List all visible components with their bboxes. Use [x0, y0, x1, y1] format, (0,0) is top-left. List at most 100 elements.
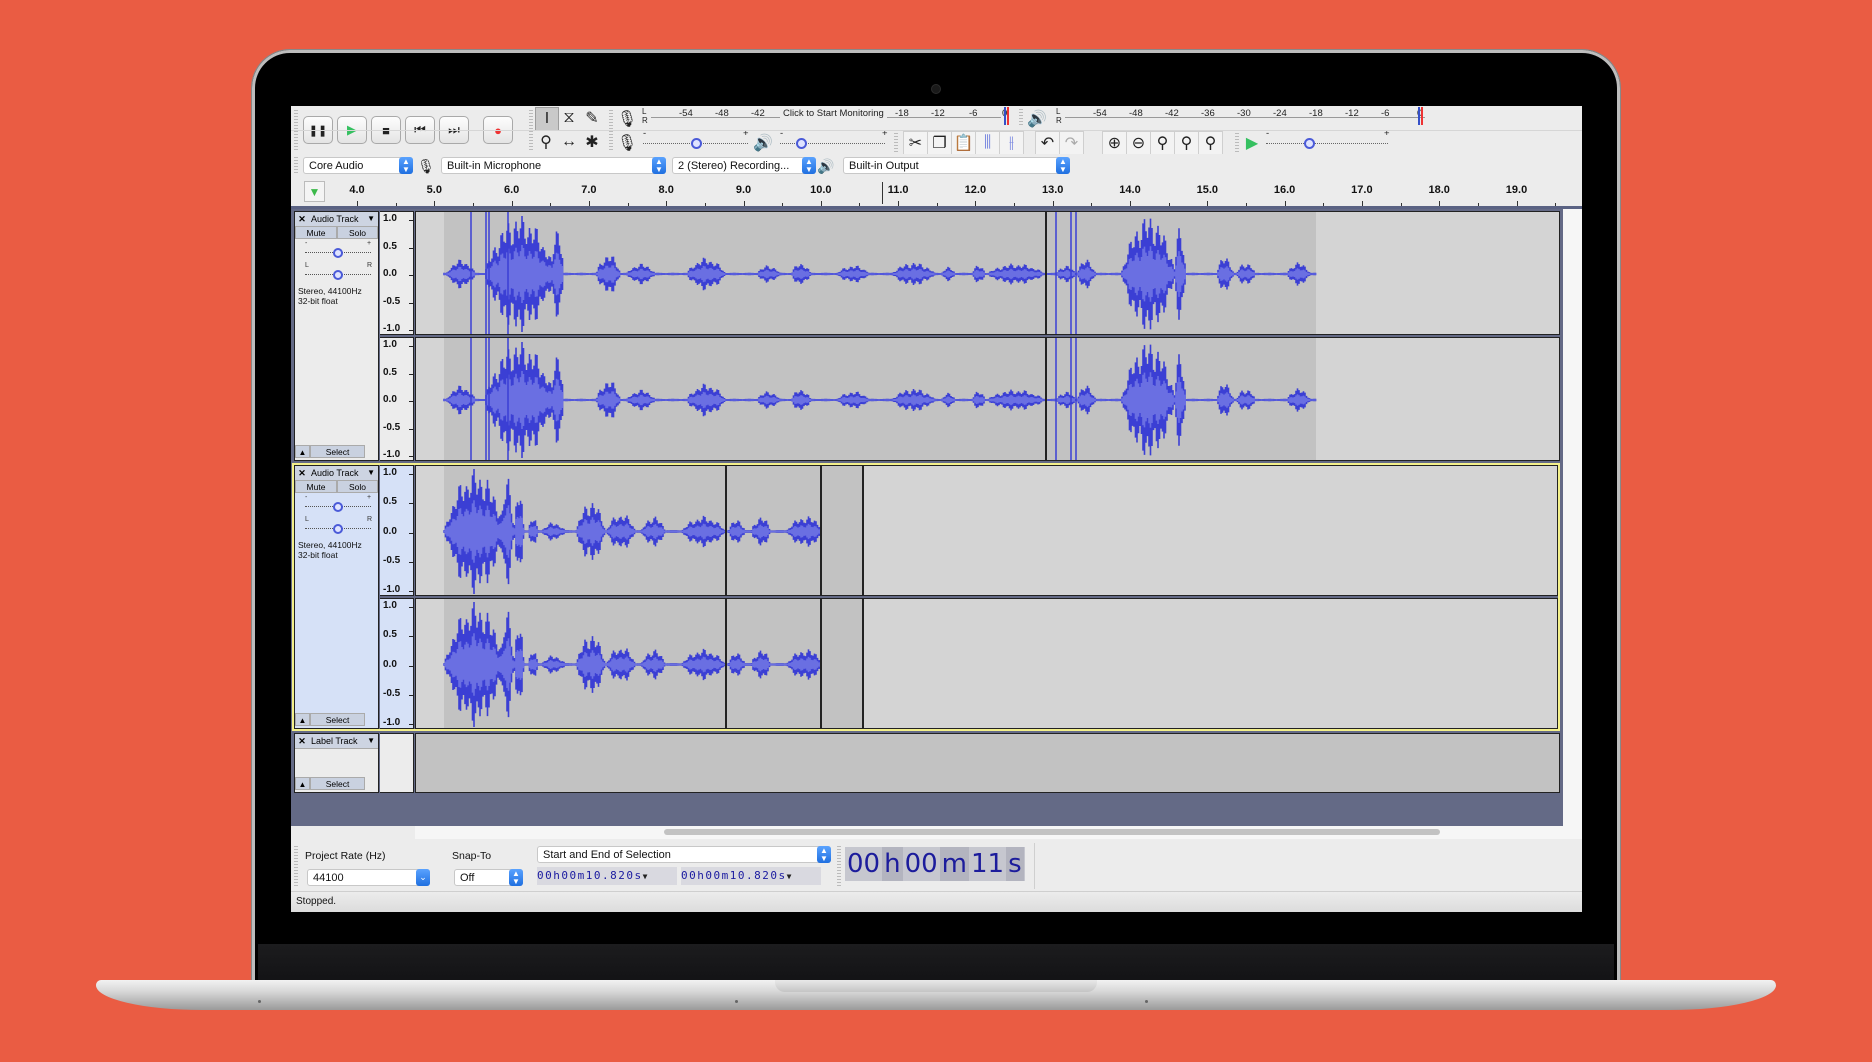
horizontal-scrollbar[interactable]	[291, 826, 1563, 839]
play-at-speed-button[interactable]: ▶	[1241, 132, 1263, 154]
toolbar-grip[interactable]	[1235, 133, 1239, 153]
rec-meter-prompt[interactable]: Click to Start Monitoring	[780, 108, 887, 119]
timeline-ruler[interactable]: ▼ 4.0 5.0 6.0 7.0 8.0 9.0 10.0 11.0 12.0 13.0 14.0…	[291, 178, 1582, 209]
time-part[interactable]: 00	[845, 847, 883, 881]
track-name-menu[interactable]: Audio Track	[311, 212, 359, 226]
select-track-button[interactable]: Select	[310, 713, 365, 726]
solo-button[interactable]: Solo	[337, 480, 378, 493]
play-head-marker[interactable]	[882, 182, 883, 204]
waveform-channel-right[interactable]	[415, 337, 1560, 461]
collapse-button[interactable]: ▲	[295, 445, 310, 458]
zoom-out-button[interactable]: ⊖	[1126, 131, 1151, 155]
waveform-channel-left[interactable]	[415, 465, 1558, 596]
recording-device-select[interactable]: Built-in Microphone ▲ ▼	[441, 157, 666, 174]
solo-button[interactable]: Solo	[337, 226, 378, 239]
fit-project-button[interactable]: ⚲	[1174, 131, 1199, 156]
fit-selection-button[interactable]: ⚲	[1150, 131, 1175, 156]
rec-meter-channel-l: L	[642, 107, 647, 116]
trim-button[interactable]: ⫼	[975, 131, 1000, 155]
waveform-channel-left[interactable]	[415, 211, 1560, 335]
close-icon[interactable]: ✕	[295, 466, 309, 480]
paste-button[interactable]: 📋	[951, 131, 976, 155]
gain-knob[interactable]	[333, 502, 343, 512]
project-rate-select[interactable]: 44100 ⌄	[307, 869, 430, 886]
mute-button[interactable]: Mute	[295, 226, 337, 239]
vertical-scale[interactable]: 1.0 0.5 0.0 -0.5 -1.0	[380, 211, 414, 335]
clip-boundary[interactable]	[820, 466, 822, 595]
mute-button[interactable]: Mute	[295, 480, 337, 493]
toolbar-grip[interactable]	[837, 846, 841, 886]
select-track-button[interactable]: Select	[310, 777, 365, 790]
vertical-scale[interactable]: 1.0 0.5 0.0 -0.5 -1.0	[380, 465, 414, 596]
time-part[interactable]: m	[939, 847, 969, 881]
gain-knob[interactable]	[333, 248, 343, 258]
time-part[interactable]: h	[882, 847, 903, 881]
select-track-button[interactable]: Select	[310, 445, 365, 458]
clip-boundary[interactable]	[820, 599, 822, 728]
play-speed-knob[interactable]	[1303, 138, 1315, 149]
track-name-menu[interactable]: Label Track	[311, 734, 358, 748]
time-part[interactable]: 00	[902, 847, 940, 881]
clip-boundary[interactable]	[725, 466, 727, 595]
collapse-button[interactable]: ▲	[295, 777, 310, 790]
pan-knob[interactable]	[333, 524, 343, 534]
zoom-tool[interactable]: ⚲	[535, 131, 557, 153]
copy-button[interactable]: ❐	[927, 131, 952, 155]
clip-boundary[interactable]	[862, 599, 864, 728]
clip-boundary[interactable]	[725, 599, 727, 728]
draw-tool[interactable]: ✎	[581, 107, 603, 129]
selection-mode-select[interactable]: Start and End of Selection ▲ ▼	[537, 846, 831, 863]
silence-button[interactable]: ⫲	[999, 131, 1024, 155]
play-meter-tick: -36	[1201, 108, 1215, 119]
time-shift-tool[interactable]: ↔	[558, 131, 580, 153]
recording-channels-select[interactable]: 2 (Stereo) Recording... ▲ ▼	[672, 157, 816, 174]
microphone-icon[interactable]: 🎙	[616, 108, 638, 130]
caret-down-icon[interactable]: ▼	[787, 872, 793, 881]
playback-device-select[interactable]: Built-in Output ▲ ▼	[843, 157, 1070, 174]
clip-boundary[interactable]	[1045, 212, 1047, 334]
envelope-tool[interactable]: ⧖	[558, 107, 580, 129]
cut-button[interactable]: ✂	[903, 131, 928, 155]
audio-position-time[interactable]: 00h00m11s▼	[845, 847, 1025, 903]
speaker-icon[interactable]: 🔊	[1026, 108, 1048, 130]
multi-tool[interactable]: ✱	[581, 131, 603, 153]
chevron-down-icon[interactable]: ▼	[367, 734, 375, 748]
play-volume-knob[interactable]	[796, 138, 807, 149]
vertical-scrollbar[interactable]	[1563, 209, 1582, 839]
clip-boundary[interactable]	[1045, 338, 1047, 460]
toolbar-grip[interactable]	[1019, 109, 1023, 127]
selection-tool[interactable]: I	[535, 107, 559, 131]
play-speed-slider[interactable]	[1266, 143, 1388, 146]
time-part[interactable]: s	[1006, 847, 1024, 881]
toolbar-grip[interactable]	[294, 846, 298, 886]
chevron-down-icon[interactable]: ▼	[367, 466, 375, 480]
waveform-channel-right[interactable]	[415, 598, 1558, 729]
rec-volume-knob[interactable]	[690, 138, 702, 149]
play-head-toggle[interactable]: ▼	[304, 181, 325, 202]
time-part[interactable]: 11	[969, 847, 1007, 881]
selection-start-time[interactable]: 00h00m10.820s▼	[537, 867, 677, 885]
close-icon[interactable]: ✕	[295, 734, 309, 748]
zoom-toggle-button[interactable]: ⚲	[1198, 131, 1223, 155]
track-name-menu[interactable]: Audio Track	[311, 466, 359, 480]
toolbar-grip[interactable]	[894, 133, 898, 153]
collapse-button[interactable]: ▲	[295, 713, 310, 726]
pan-knob[interactable]	[333, 270, 343, 280]
timeline-tick	[666, 201, 668, 206]
label-track-area[interactable]	[415, 733, 1560, 793]
zoom-in-button[interactable]: ⊕	[1102, 131, 1127, 155]
undo-button[interactable]: ↶	[1035, 131, 1060, 155]
caret-down-icon[interactable]: ▼	[643, 872, 649, 881]
chevron-down-icon[interactable]: ▼	[367, 212, 375, 226]
scrollbar-thumb[interactable]	[664, 829, 1440, 835]
close-icon[interactable]: ✕	[295, 212, 309, 226]
vertical-scale[interactable]: 1.0 0.5 0.0 -0.5 -1.0	[380, 598, 414, 729]
vertical-scale[interactable]: 1.0 0.5 0.0 -0.5 -1.0	[380, 337, 414, 461]
rec-meter-tick: -48	[715, 108, 729, 119]
snap-to-select[interactable]: Off ▲ ▼	[454, 869, 523, 886]
clip-boundary[interactable]	[862, 466, 864, 595]
audio-host-select[interactable]: Core Audio ▲ ▼	[303, 157, 413, 174]
toolbar-grip[interactable]	[294, 157, 298, 175]
redo-button[interactable]: ↷	[1059, 131, 1084, 155]
selection-end-time[interactable]: 00h00m10.820s▼	[681, 867, 821, 885]
